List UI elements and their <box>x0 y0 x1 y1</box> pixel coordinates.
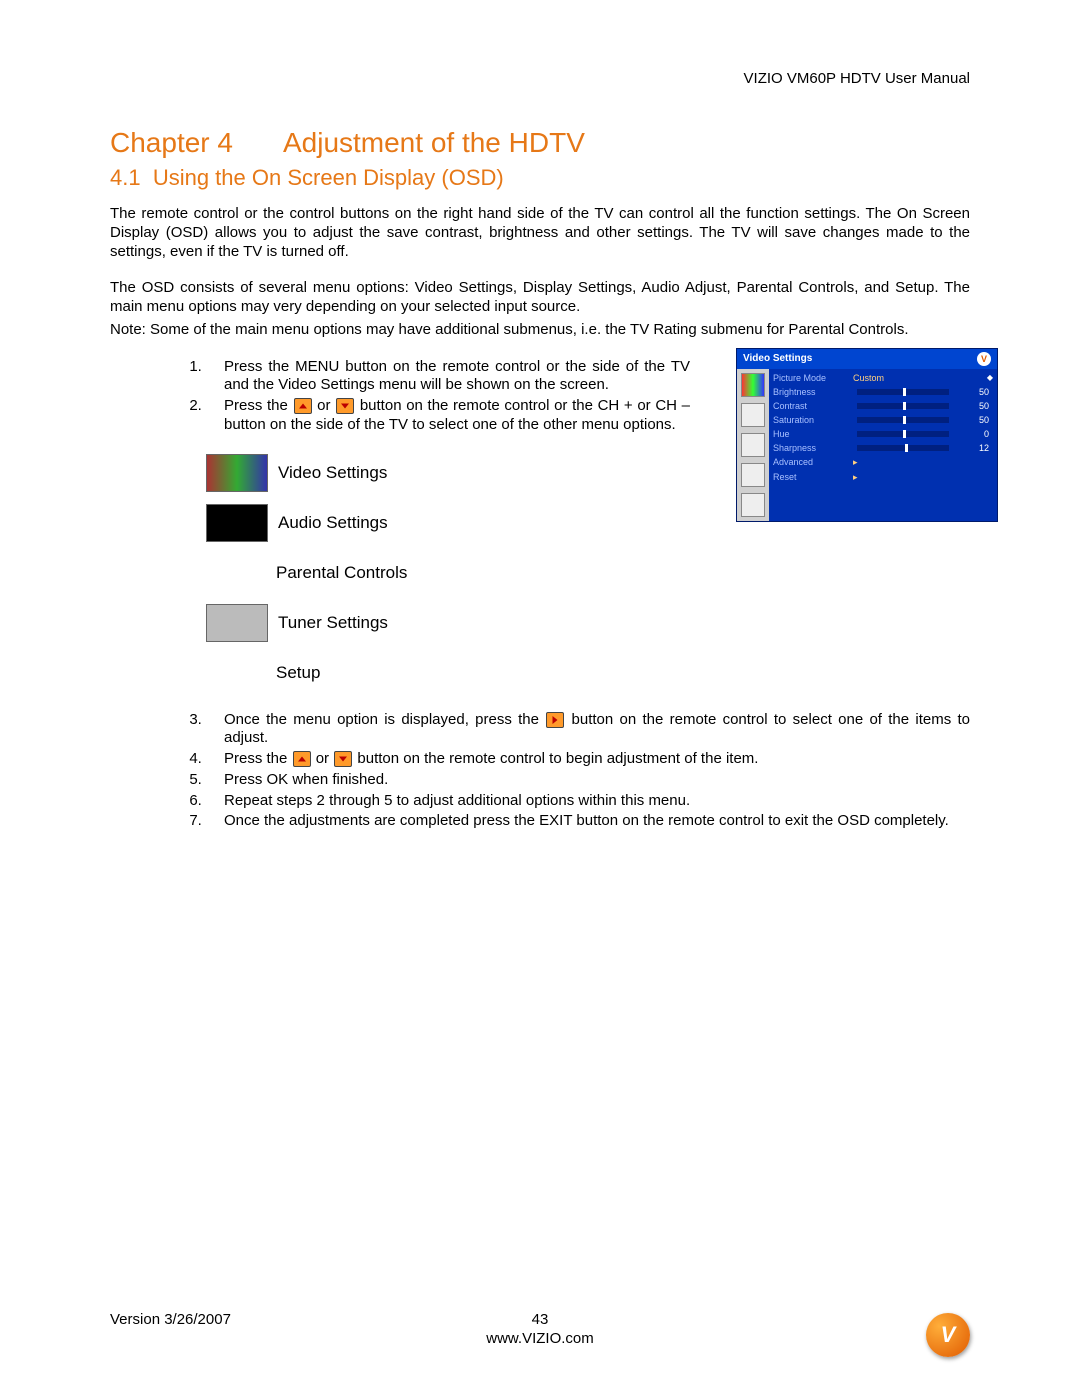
paragraph-intro: The remote control or the control button… <box>110 205 970 261</box>
doc-header: VIZIO VM60P HDTV User Manual <box>110 70 970 87</box>
osd-title: Video Settings <box>743 353 812 364</box>
osd-row-label: Sharpness <box>773 443 853 453</box>
osd-slider <box>857 403 949 409</box>
diamond-icon: ◆ <box>987 373 993 382</box>
down-arrow-icon <box>336 398 354 414</box>
page-footer: Version 3/26/2007 43 . www.VIZIO.com <box>110 1311 970 1347</box>
osd-row: Saturation 50 <box>773 413 993 427</box>
up-arrow-icon <box>293 751 311 767</box>
footer-page-number: 43 <box>532 1311 549 1328</box>
lock-icon <box>741 433 765 457</box>
chevron-right-icon: ▸ <box>853 472 858 483</box>
step-3: Once the menu option is displayed, press… <box>206 711 970 749</box>
osd-row-label: Contrast <box>773 401 853 411</box>
video-settings-icon <box>206 454 268 492</box>
osd-row-label: Reset <box>773 472 853 482</box>
menu-label-setup: Setup <box>276 663 320 683</box>
osd-row-label: Hue <box>773 429 853 439</box>
osd-row: Contrast 50 <box>773 399 993 413</box>
osd-row-value: 50 <box>953 387 993 397</box>
audio-settings-icon <box>206 504 268 542</box>
right-arrow-icon <box>546 712 564 728</box>
instructions-block: Video Settings V Picture ModeCustom◆Brig… <box>110 358 970 832</box>
menu-label-tuner: Tuner Settings <box>278 613 388 633</box>
speaker-icon <box>741 403 765 427</box>
step-4-text-c: button on the remote control to begin ad… <box>353 750 758 767</box>
step-4: Press the or button on the remote contro… <box>206 750 970 769</box>
section-title: 4.1 Using the On Screen Display (OSD) <box>110 165 970 191</box>
chapter-name: Adjustment of the HDTV <box>283 127 585 158</box>
osd-row: Brightness 50 <box>773 385 993 399</box>
chapter-number: Chapter 4 <box>110 127 233 159</box>
chevron-right-icon: ▸ <box>853 457 858 468</box>
section-name: Using the On Screen Display (OSD) <box>153 165 504 190</box>
osd-slider <box>857 431 949 437</box>
footer-version: Version 3/26/2007 <box>110 1311 231 1328</box>
osd-row-value: 0 <box>953 429 993 439</box>
step-5: Press OK when finished. <box>206 771 970 790</box>
wrench-icon <box>741 493 765 517</box>
step-3-text-a: Once the menu option is displayed, press… <box>224 711 545 728</box>
osd-row-label: Advanced <box>773 457 853 467</box>
osd-slider <box>857 417 949 423</box>
osd-slider <box>857 445 949 451</box>
menu-label-audio: Audio Settings <box>278 513 388 533</box>
osd-row: Reset▸ <box>773 470 993 485</box>
osd-row-value: 12 <box>953 443 993 453</box>
osd-row-label: Brightness <box>773 387 853 397</box>
step-6: Repeat steps 2 through 5 to adjust addit… <box>206 792 970 811</box>
chapter-title: Chapter 4 Adjustment of the HDTV <box>110 127 970 159</box>
step-7: Once the adjustments are completed press… <box>206 812 970 831</box>
osd-row-value: 50 <box>953 401 993 411</box>
menu-label-video: Video Settings <box>278 463 387 483</box>
osd-row-label: Picture Mode <box>773 373 853 383</box>
paragraph-osd-desc: The OSD consists of several menu options… <box>110 279 970 317</box>
vizio-logo-icon: V <box>926 1313 970 1357</box>
section-number: 4.1 <box>110 165 141 190</box>
steps-list-bottom: Once the menu option is displayed, press… <box>110 711 970 832</box>
osd-row-value: 50 <box>953 415 993 425</box>
paragraph-note: Note: Some of the main menu options may … <box>110 321 970 340</box>
setup-icon <box>206 655 266 691</box>
osd-row: Hue 0 <box>773 427 993 441</box>
down-arrow-icon <box>334 751 352 767</box>
antenna-icon <box>741 463 765 487</box>
menu-label-parental: Parental Controls <box>276 563 407 583</box>
tuner-settings-icon <box>206 604 268 642</box>
step-4-text-a: Press the <box>224 750 292 767</box>
parental-controls-icon <box>206 555 266 591</box>
step-2-text-a: Press the <box>224 397 293 414</box>
osd-sidebar-icons <box>737 369 769 521</box>
step-2-text-b: or <box>313 397 336 414</box>
up-arrow-icon <box>294 398 312 414</box>
vizio-logo-small-icon: V <box>977 352 991 366</box>
tv-icon <box>741 373 765 397</box>
menu-item-parental: Parental Controls <box>206 553 970 593</box>
osd-row: Advanced▸ <box>773 455 993 470</box>
osd-row-value: Custom <box>853 373 987 383</box>
osd-row-label: Saturation <box>773 415 853 425</box>
menu-item-tuner: Tuner Settings <box>206 603 970 643</box>
osd-settings-list: Picture ModeCustom◆ Brightness 50 Contrast 5… <box>769 369 997 521</box>
osd-row: Picture ModeCustom◆ <box>773 371 993 385</box>
step-4-text-b: or <box>312 750 334 767</box>
osd-screenshot: Video Settings V Picture ModeCustom◆Brig… <box>736 348 998 522</box>
menu-item-setup: Setup <box>206 653 970 693</box>
osd-slider <box>857 389 949 395</box>
footer-url: www.VIZIO.com <box>110 1330 970 1347</box>
osd-row: Sharpness 12 <box>773 441 993 455</box>
